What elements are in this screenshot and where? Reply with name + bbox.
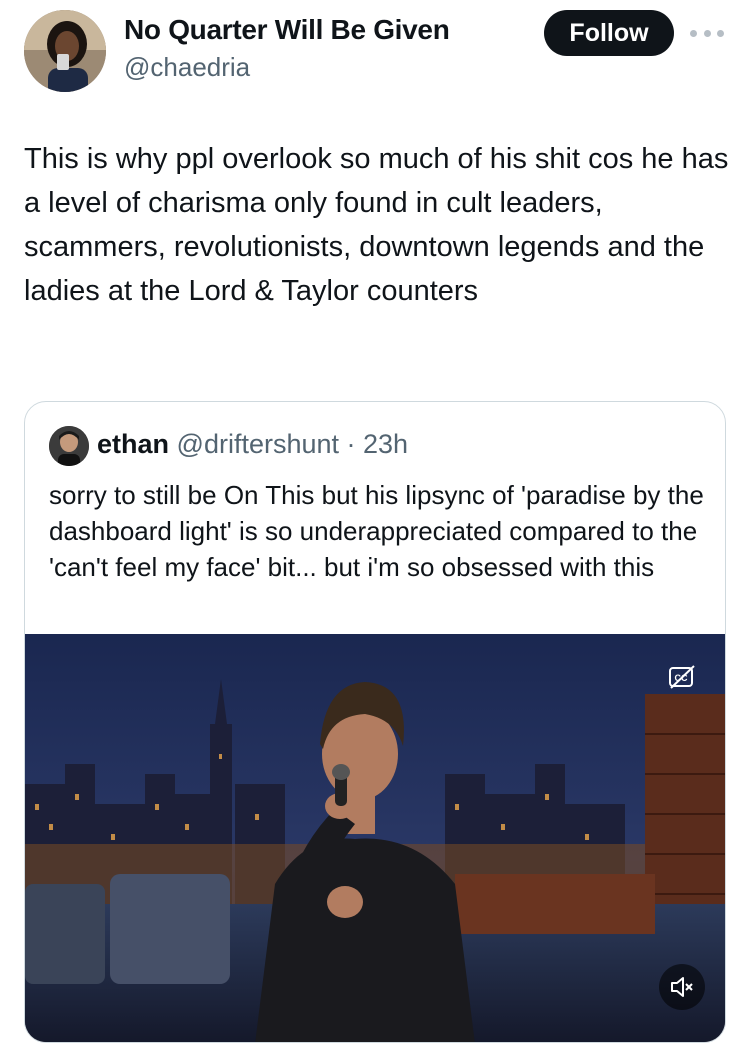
cc-glyph: CC (669, 665, 695, 689)
more-dot (690, 29, 697, 37)
mute-toggle-button[interactable] (659, 964, 705, 1010)
avatar-image (24, 10, 106, 92)
meta-separator: · (339, 429, 364, 459)
quoted-header: ethan @driftershunt · 23h (97, 429, 408, 460)
tweet-text: This is why ppl overlook so much of his … (24, 143, 729, 307)
quoted-timestamp[interactable]: 23h (363, 429, 408, 459)
video-player[interactable]: CC (25, 634, 725, 1042)
quoted-author-avatar (49, 426, 89, 466)
author-handle[interactable]: @chaedria (124, 52, 250, 83)
more-options-icon[interactable] (690, 18, 724, 48)
closed-captions-icon[interactable]: CC (667, 662, 697, 692)
quoted-avatar-image (49, 426, 89, 466)
quoted-author-name[interactable]: ethan (97, 429, 169, 459)
more-dot (717, 29, 724, 37)
author-display-name[interactable]: No Quarter Will Be Given (124, 14, 450, 46)
quoted-tweet-card[interactable]: ethan @driftershunt · 23h sorry to still… (24, 401, 726, 1043)
quoted-author-handle[interactable]: @driftershunt (177, 429, 339, 459)
author-avatar[interactable] (24, 10, 106, 92)
follow-button[interactable]: Follow (544, 10, 674, 56)
more-dot (703, 29, 711, 37)
quoted-tweet-text: sorry to still be On This but his lipsyn… (49, 480, 704, 582)
volume-muted-icon (671, 977, 693, 997)
video-frame (25, 634, 725, 1042)
